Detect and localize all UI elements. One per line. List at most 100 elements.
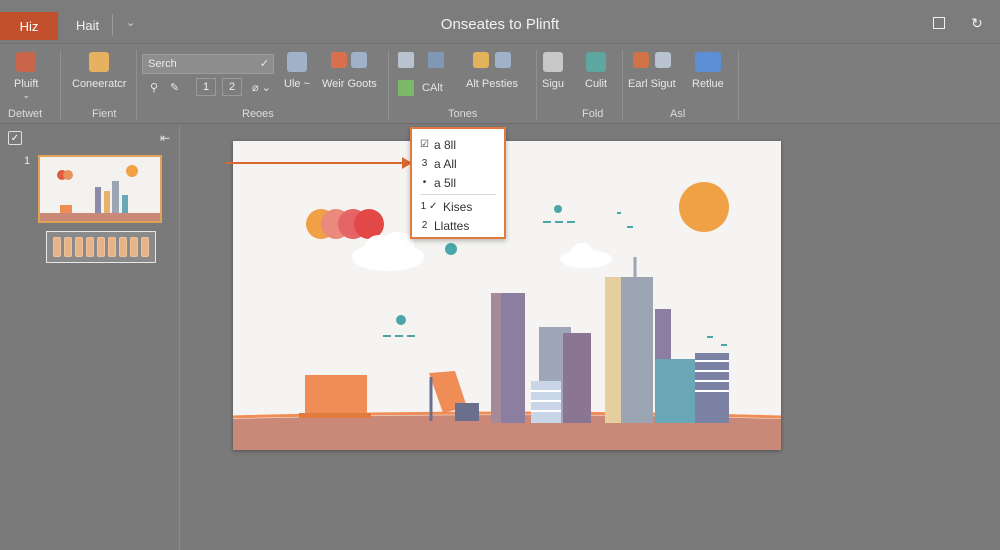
strip-item[interactable] xyxy=(119,237,128,257)
dot-marker xyxy=(445,243,457,255)
sun-shape xyxy=(679,182,729,232)
strip-item[interactable] xyxy=(141,237,150,257)
chart-icon[interactable] xyxy=(428,52,444,68)
text-art-icon xyxy=(586,52,606,72)
strip-item[interactable] xyxy=(52,237,61,257)
popup-item-4[interactable]: 1 ✓ Kises xyxy=(420,197,496,216)
refresh-button[interactable]: ↻ xyxy=(968,14,986,32)
building-shape xyxy=(695,353,729,423)
strip-item[interactable] xyxy=(96,237,105,257)
group-label: Fient xyxy=(92,108,117,120)
retlue-button-label: Retlue xyxy=(692,78,724,90)
slide-canvas[interactable] xyxy=(233,141,781,450)
building-shape xyxy=(563,333,591,423)
building-shape xyxy=(605,277,621,423)
title-bar: Hiz Hait ⌄ Onseates to Plinft ↻ xyxy=(0,0,1000,44)
word-goots-button[interactable]: Weir Goots xyxy=(322,52,377,90)
paste-button-label: Pluift xyxy=(14,78,39,90)
highlight-icon xyxy=(472,52,489,68)
select-all-checkbox[interactable]: ✓ xyxy=(8,131,22,145)
document-icon xyxy=(89,52,110,72)
tab-home-label: Hait xyxy=(76,18,100,33)
group-label: Reoes xyxy=(242,108,274,120)
layout-button-label: Ule ~ xyxy=(284,78,310,90)
format-painter-icon[interactable]: ⚲ xyxy=(150,81,158,94)
chair-seat xyxy=(455,403,479,421)
sign-button[interactable]: Sigu xyxy=(542,52,564,90)
tab-file[interactable]: Hiz xyxy=(0,12,58,40)
slide-thumbnail[interactable] xyxy=(38,155,162,223)
popup-item-2[interactable]: 3 a All xyxy=(420,154,496,173)
ribbon: Pluift ⌄ Coneeratcr Serch ✓ ⚲ ✎ 1 2 ⌀ ⌄ … xyxy=(0,44,1000,124)
alt-pesties-button[interactable]: Alt Pesties xyxy=(466,52,518,90)
copy-icon xyxy=(494,52,511,68)
culit-button-label: Culit xyxy=(585,78,608,90)
strip-item[interactable] xyxy=(130,237,139,257)
spinner-value-2-text: 2 xyxy=(228,81,236,93)
generator-button-label: Coneeratcr xyxy=(72,78,127,90)
calt-button[interactable]: CAlt xyxy=(422,82,443,94)
strip-item[interactable] xyxy=(74,237,83,257)
slide-sorter-strip[interactable] xyxy=(46,231,156,263)
table-icon[interactable] xyxy=(398,52,414,68)
group-divider xyxy=(738,50,739,120)
word-goots-label: Weir Goots xyxy=(322,78,377,90)
strip-item[interactable] xyxy=(85,237,94,257)
tab-home[interactable]: Hait xyxy=(76,18,99,33)
maximize-button[interactable] xyxy=(930,14,948,32)
group-divider xyxy=(136,50,137,120)
refresh-icon: ↻ xyxy=(971,14,983,31)
checkmark-icon: 1 ✓ xyxy=(420,201,438,212)
collapse-icon[interactable]: ⇤ xyxy=(160,131,170,145)
popup-item-1[interactable]: ☑ a 8ll xyxy=(420,135,496,154)
group-divider xyxy=(60,50,61,120)
maximize-icon xyxy=(933,17,945,29)
group-label: Detwet xyxy=(8,108,43,120)
search-input[interactable]: Serch ✓ xyxy=(142,54,274,74)
popup-item-label: a 5ll xyxy=(434,175,457,190)
group-divider xyxy=(388,50,389,120)
slide-number: 1 xyxy=(24,155,31,167)
tab-file-label: Hiz xyxy=(19,18,39,34)
box-shape xyxy=(305,375,367,415)
retlue-button[interactable]: Retlue xyxy=(692,52,724,90)
popup-item-label: a All xyxy=(434,156,457,171)
popup-item-5[interactable]: 2 Llattes xyxy=(420,216,496,235)
search-placeholder: Serch xyxy=(148,58,177,70)
add-icon[interactable] xyxy=(398,80,414,96)
earl-icons xyxy=(632,52,671,68)
spinner-value-1[interactable]: 1 xyxy=(196,78,216,96)
word-icons xyxy=(331,52,368,68)
alt-icons xyxy=(472,52,511,68)
shapes-icon xyxy=(351,52,368,68)
context-popup-menu: ☑ a 8ll 3 a All • a 5ll 1 ✓ Kises 2 Llat… xyxy=(410,127,506,239)
popup-item-3[interactable]: • a 5ll xyxy=(420,173,496,192)
link-icon[interactable]: ⌀ ⌄ xyxy=(252,81,271,94)
tab-divider xyxy=(112,14,113,36)
chevron-down-icon[interactable]: ⌄ xyxy=(126,16,135,29)
ball-shape xyxy=(354,209,384,239)
strip-item[interactable] xyxy=(108,237,117,257)
slide-thumbnails-panel: ✓ ⇤ 1 xyxy=(0,125,180,550)
strip-item[interactable] xyxy=(63,237,72,257)
checkbox-icon: ☑ xyxy=(420,139,429,150)
earl-sigut-button[interactable]: Earl Sigut xyxy=(628,52,676,90)
culit-button[interactable]: Culit xyxy=(585,52,607,90)
spinner-value-2[interactable]: 2 xyxy=(222,78,242,96)
group-divider xyxy=(622,50,623,120)
spinner-value-1-text: 1 xyxy=(202,81,210,93)
chevron-down-icon: ⌄ xyxy=(22,90,30,100)
pen-icon[interactable]: ✎ xyxy=(170,81,179,94)
brush-icon xyxy=(632,52,649,68)
sign-button-label: Sigu xyxy=(542,78,565,90)
number-icon: 3 xyxy=(421,158,428,169)
group-label: Fold xyxy=(582,108,604,120)
popup-item-label: Kises xyxy=(443,199,473,214)
box-base xyxy=(299,413,371,418)
layout-button[interactable]: Ule ~ xyxy=(284,52,310,90)
paste-button[interactable]: Pluift ⌄ xyxy=(14,52,38,101)
earl-sigut-label: Earl Sigut xyxy=(628,78,676,90)
group-label: Asl xyxy=(670,108,686,120)
bullet-icon: • xyxy=(422,177,427,188)
generator-button[interactable]: Coneeratcr xyxy=(72,52,126,90)
